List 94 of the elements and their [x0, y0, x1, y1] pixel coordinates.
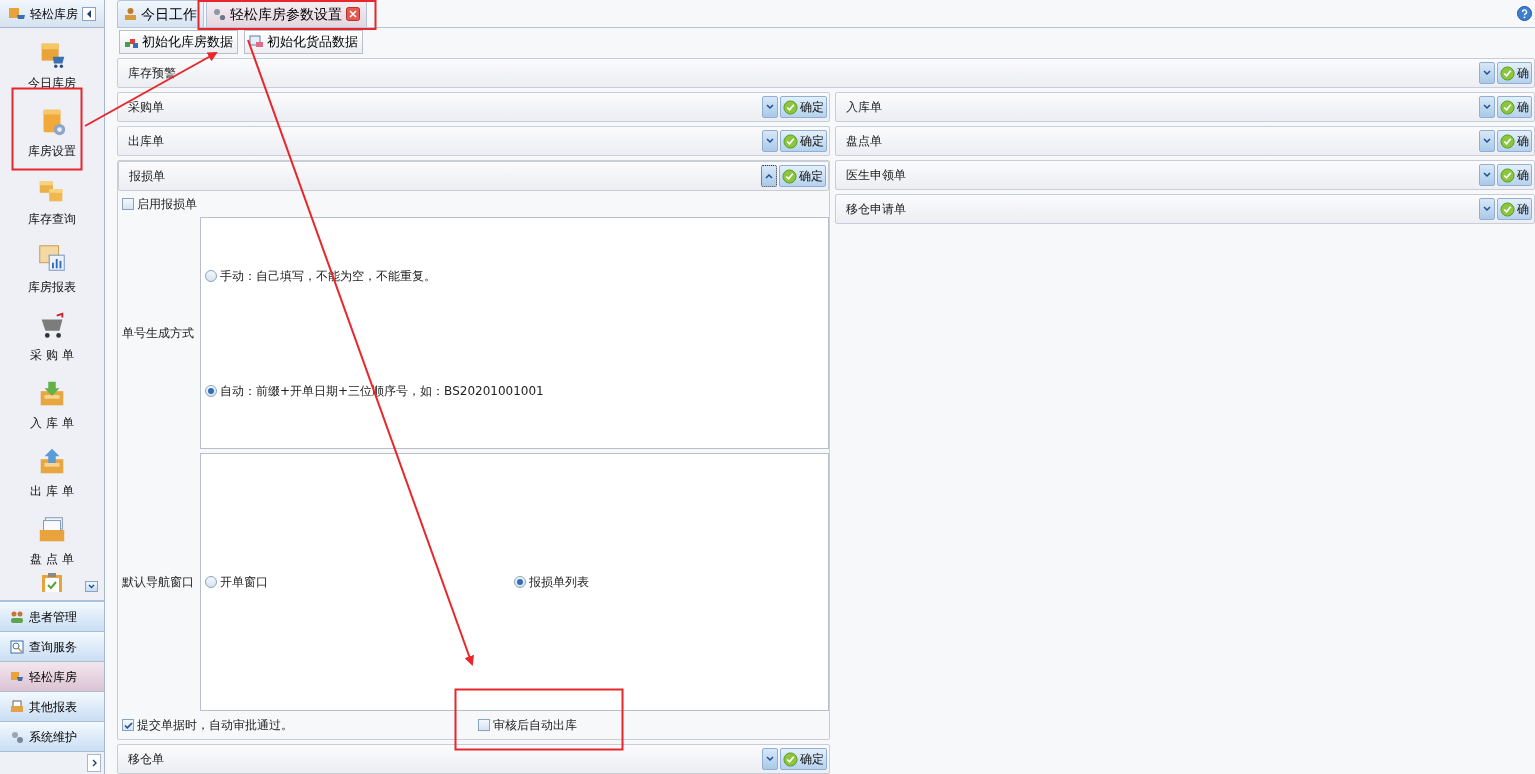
- confirm-button[interactable]: 确: [1497, 130, 1532, 152]
- expand-toggle[interactable]: [1479, 62, 1495, 84]
- check-circle-icon: [783, 751, 798, 767]
- chevron-down-icon: [766, 138, 774, 144]
- nav-item[interactable]: 库存查询: [7, 164, 97, 232]
- radio-label: 报损单列表: [529, 574, 589, 591]
- chart-sheet-icon: [36, 242, 68, 274]
- expand-toggle[interactable]: [1479, 96, 1495, 118]
- checkbox-label: 启用报损单: [137, 196, 197, 213]
- check-circle-icon: [1500, 99, 1515, 115]
- help-icon[interactable]: [1517, 6, 1532, 21]
- radio-label: 开单窗口: [220, 574, 268, 591]
- radio-button[interactable]: [514, 576, 526, 588]
- chevron-down-icon: [1483, 138, 1491, 144]
- module-tab[interactable]: 轻松库房: [0, 662, 104, 692]
- nav-item[interactable]: 入 库 单: [7, 368, 97, 436]
- chevron-down-icon: [1483, 172, 1491, 178]
- module-tab[interactable]: 其他报表: [0, 692, 104, 722]
- confirm-button[interactable]: 确定: [779, 165, 826, 187]
- scroll-down-button[interactable]: [85, 581, 98, 592]
- confirm-button[interactable]: 确: [1497, 96, 1532, 118]
- expand-toggle[interactable]: [762, 748, 778, 770]
- tab[interactable]: 轻松库房参数设置: [206, 0, 367, 27]
- panel-title: 采购单: [128, 99, 165, 116]
- radio-button[interactable]: [205, 384, 217, 397]
- expand-toggle[interactable]: [1479, 130, 1495, 152]
- panel-title: 移仓单: [128, 751, 165, 768]
- person-icon: [124, 7, 137, 21]
- toolbar-button[interactable]: 初始化库房数据: [119, 30, 238, 54]
- chevron-down-icon: [1483, 206, 1491, 212]
- chevron-down-icon: [1483, 104, 1491, 110]
- gears-icon: [213, 7, 226, 21]
- panel-title: 医生申领单: [846, 167, 907, 184]
- field-label: 默认导航窗口: [122, 574, 194, 591]
- check-circle-icon: [783, 99, 798, 115]
- chevron-down-icon: [766, 104, 774, 110]
- nav-item[interactable]: 出 库 单: [7, 436, 97, 504]
- expand-toggle[interactable]: [762, 130, 778, 152]
- search-icon: [10, 639, 24, 654]
- check-circle-icon: [1500, 65, 1515, 81]
- sidebar-title: 轻松库房: [30, 5, 78, 23]
- people-icon: [10, 609, 24, 624]
- confirm-button[interactable]: 确: [1497, 62, 1532, 84]
- confirm-button[interactable]: 确定: [780, 96, 827, 118]
- checkbox-label: 提交单据时，自动审批通过。: [137, 717, 293, 734]
- nav-item[interactable]: 采 购 单: [7, 300, 97, 368]
- panel-title: 移仓申请单: [846, 201, 907, 218]
- panel-title: 盘点单: [846, 133, 883, 150]
- toolbar-button[interactable]: 初始化货品数据: [244, 30, 363, 54]
- box-cart-icon: [8, 5, 26, 22]
- module-tab[interactable]: 患者管理: [0, 602, 104, 632]
- nav-item[interactable]: 库房设置: [7, 96, 97, 164]
- clipboard-icon: [40, 572, 64, 592]
- chevron-up-icon: [765, 173, 773, 179]
- tab[interactable]: 今日工作: [117, 0, 204, 27]
- check-circle-icon: [1500, 201, 1515, 217]
- chevron-right-icon: [91, 759, 97, 767]
- radio-button[interactable]: [205, 576, 217, 588]
- collapse-button[interactable]: [82, 6, 96, 21]
- box-cart-icon: [10, 669, 24, 684]
- panel-title: 报损单: [129, 168, 166, 185]
- checkbox[interactable]: [122, 719, 134, 731]
- expand-toggle[interactable]: [762, 96, 778, 118]
- chevron-left-icon: [86, 9, 92, 18]
- check-circle-icon: [782, 168, 797, 184]
- chevron-down-icon: [88, 584, 95, 589]
- expand-toggle[interactable]: [761, 165, 777, 187]
- close-icon[interactable]: [346, 7, 360, 21]
- field-label: 单号生成方式: [122, 325, 194, 342]
- check-circle-icon: [1500, 133, 1515, 149]
- gears-icon: [10, 729, 24, 744]
- panel-title: 入库单: [846, 99, 883, 116]
- module-tab[interactable]: 系统维护: [0, 722, 104, 752]
- confirm-button[interactable]: 确: [1497, 164, 1532, 186]
- chevron-down-icon: [766, 756, 774, 762]
- expand-toggle[interactable]: [1479, 164, 1495, 186]
- check-circle-icon: [783, 133, 798, 149]
- confirm-button[interactable]: 确: [1497, 198, 1532, 220]
- nav-item[interactable]: 库房报表: [7, 232, 97, 300]
- checkbox-label: 审核后自动出库: [493, 717, 577, 734]
- panel-title: 出库单: [128, 133, 165, 150]
- module-tab[interactable]: 查询服务: [0, 632, 104, 662]
- nav-item[interactable]: 今日库房: [7, 28, 97, 96]
- chevron-down-icon: [1483, 70, 1491, 76]
- checkbox[interactable]: [478, 719, 490, 731]
- printer-icon: [10, 699, 24, 714]
- check-circle-icon: [1500, 167, 1515, 183]
- confirm-button[interactable]: 确定: [780, 130, 827, 152]
- confirm-button[interactable]: 确定: [780, 748, 827, 770]
- expand-toggle[interactable]: [1479, 198, 1495, 220]
- expand-button[interactable]: [87, 754, 101, 772]
- radio-button[interactable]: [205, 269, 217, 282]
- checkbox[interactable]: [122, 198, 134, 210]
- nav-item[interactable]: 盘 点 单: [7, 504, 97, 572]
